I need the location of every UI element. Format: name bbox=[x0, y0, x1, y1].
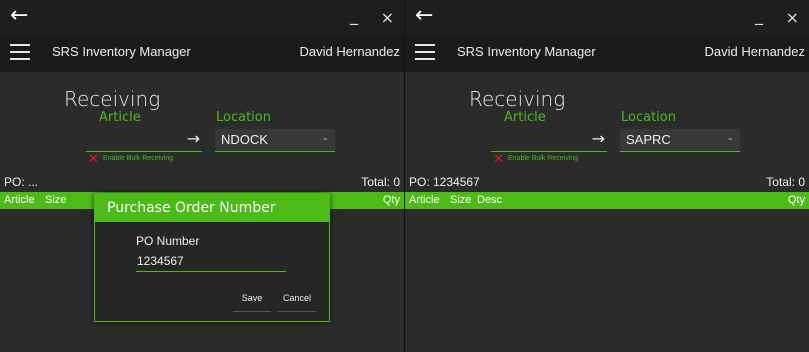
bulk-receiving-label: Enable Bulk Receiving bbox=[103, 155, 174, 162]
column-qty: Qty bbox=[787, 194, 805, 206]
total-label: Total: 0 bbox=[361, 175, 400, 189]
column-size: Size bbox=[450, 194, 472, 206]
back-arrow-icon[interactable]: ← bbox=[415, 3, 433, 29]
red-x-icon: ✕ bbox=[493, 152, 504, 167]
arrow-right-icon[interactable]: → bbox=[187, 129, 200, 149]
location-value: SAPRC bbox=[626, 132, 671, 147]
save-button[interactable]: Save bbox=[233, 291, 271, 312]
bulk-receiving-label: Enable Bulk Receiving bbox=[508, 155, 579, 162]
table-body bbox=[405, 209, 809, 352]
cancel-button[interactable]: Cancel bbox=[278, 291, 316, 312]
article-input[interactable]: → bbox=[491, 129, 607, 152]
location-select[interactable]: NDOCK ⌄ bbox=[215, 129, 335, 152]
close-button[interactable]: × bbox=[786, 8, 799, 27]
app-title: SRS Inventory Manager bbox=[457, 44, 596, 59]
location-value: NDOCK bbox=[221, 132, 268, 147]
column-qty: Qty bbox=[382, 194, 400, 206]
article-input[interactable]: → bbox=[86, 129, 202, 152]
minimize-button[interactable]: _ bbox=[350, 6, 358, 25]
right-window: ← _ × SRS Inventory Manager David Hernan… bbox=[405, 0, 809, 352]
location-select[interactable]: SAPRC ⌄ bbox=[620, 129, 740, 152]
po-number-value: 1234567 bbox=[137, 254, 184, 268]
user-name: David Hernandez bbox=[704, 44, 805, 59]
app-title: SRS Inventory Manager bbox=[52, 44, 191, 59]
hamburger-menu-icon[interactable] bbox=[10, 44, 30, 60]
app-bar: SRS Inventory Manager David Hernandez bbox=[0, 34, 404, 72]
page-title: Receiving bbox=[469, 87, 566, 111]
article-label: Article bbox=[99, 110, 141, 125]
po-number-input[interactable]: 1234567 bbox=[136, 253, 286, 272]
column-article: Article bbox=[4, 194, 35, 206]
column-desc: Desc bbox=[477, 194, 503, 206]
title-bar: ← _ × bbox=[0, 0, 404, 34]
app-bar: SRS Inventory Manager David Hernandez bbox=[405, 34, 809, 72]
back-arrow-icon[interactable]: ← bbox=[10, 3, 28, 29]
dialog-title-bar: Purchase Order Number bbox=[95, 194, 329, 222]
minimize-button[interactable]: _ bbox=[755, 6, 763, 25]
article-label: Article bbox=[504, 110, 546, 125]
hamburger-menu-icon[interactable] bbox=[415, 44, 435, 60]
close-button[interactable]: × bbox=[381, 8, 394, 27]
page-title: Receiving bbox=[64, 87, 161, 111]
table-header: Article Size Desc Qty bbox=[405, 192, 809, 209]
total-label: Total: 0 bbox=[766, 175, 805, 189]
arrow-right-icon[interactable]: → bbox=[592, 129, 605, 149]
chevron-down-icon: ⌄ bbox=[726, 133, 734, 143]
column-article: Article bbox=[409, 194, 440, 206]
chevron-down-icon: ⌄ bbox=[321, 133, 329, 143]
user-name: David Hernandez bbox=[299, 44, 400, 59]
red-x-icon: ✕ bbox=[88, 152, 99, 167]
title-bar: ← _ × bbox=[405, 0, 809, 34]
po-number-dialog: Purchase Order Number PO Number 1234567 … bbox=[94, 193, 330, 322]
po-label: PO: ... bbox=[4, 175, 39, 189]
location-label: Location bbox=[216, 110, 271, 125]
left-window: ← _ × SRS Inventory Manager David Hernan… bbox=[0, 0, 404, 352]
location-label: Location bbox=[621, 110, 676, 125]
column-size: Size bbox=[45, 194, 67, 206]
dialog-title: Purchase Order Number bbox=[107, 200, 276, 216]
po-number-label: PO Number bbox=[136, 234, 200, 248]
po-label: PO: 1234567 bbox=[409, 175, 480, 189]
